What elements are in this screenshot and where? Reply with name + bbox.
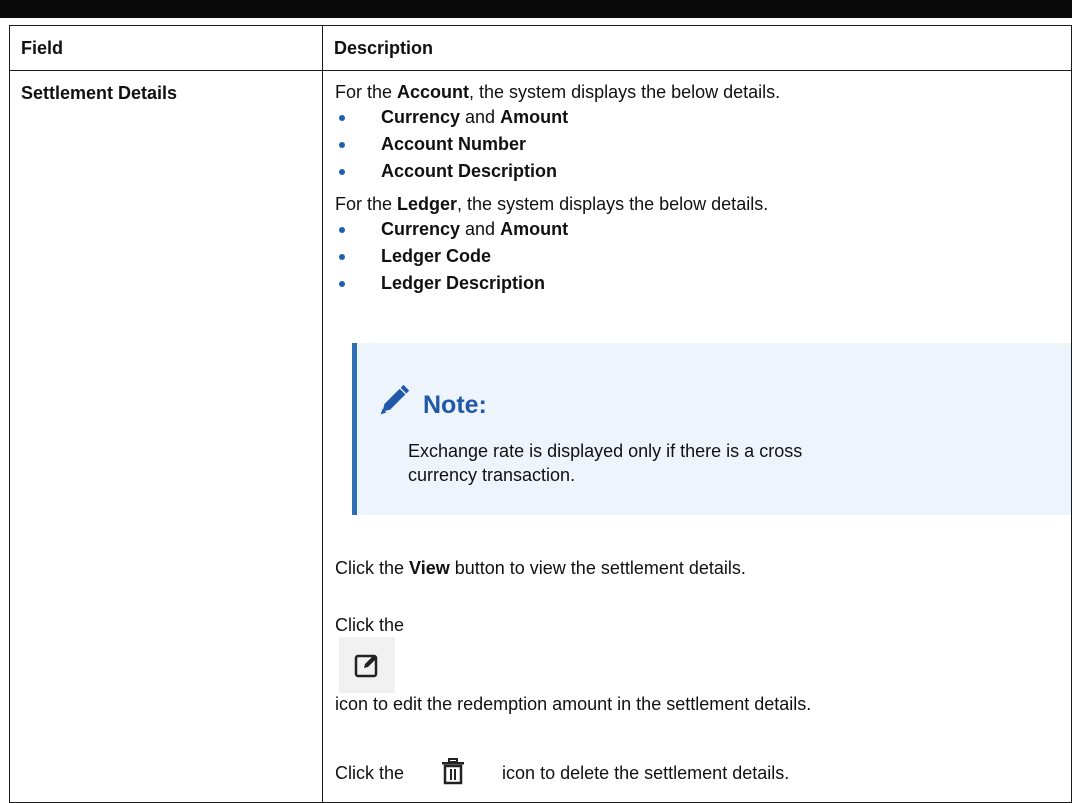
account-intro: For the Account, the system displays the… (335, 82, 781, 102)
list-item: Account Number (335, 131, 1071, 158)
view-instruction: Click the View button to view the settle… (335, 558, 746, 578)
edit-instruction: Click the icon to edit the redemption am… (335, 615, 812, 714)
note-body: Exchange rate is displayed only if there… (408, 441, 803, 485)
list-item: Currency and Amount (335, 216, 1071, 243)
table-header-row: Field Description (9, 25, 1072, 71)
list-item: Account Description (335, 158, 1071, 185)
account-details-list: Currency and Amount Account Number Accou… (335, 104, 1071, 185)
list-item: Currency and Amount (335, 104, 1071, 131)
note-box: Note: Exchange rate is displayed only if… (352, 343, 1071, 515)
ledger-details-list: Currency and Amount Ledger Code Ledger D… (335, 216, 1071, 297)
field-cell: Settlement Details (9, 70, 323, 803)
table-row: Settlement Details For the Account, the … (9, 70, 1072, 803)
description-cell: For the Account, the system displays the… (322, 70, 1072, 803)
ledger-intro: For the Ledger, the system displays the … (335, 194, 769, 214)
edit-icon (339, 637, 395, 693)
list-item: Ledger Description (335, 270, 1071, 297)
pencil-icon (375, 383, 413, 427)
field-name: Settlement Details (21, 83, 178, 103)
top-bar (0, 0, 1072, 18)
column-header-description: Description (322, 25, 1072, 71)
note-title: Note: (423, 390, 487, 419)
delete-instruction: Click the icon to delete the settlement … (335, 746, 1071, 802)
trash-icon (413, 746, 493, 802)
list-item: Ledger Code (335, 243, 1071, 270)
field-description-table: Field Description Settlement Details For… (9, 25, 1072, 803)
column-header-field: Field (9, 25, 323, 71)
